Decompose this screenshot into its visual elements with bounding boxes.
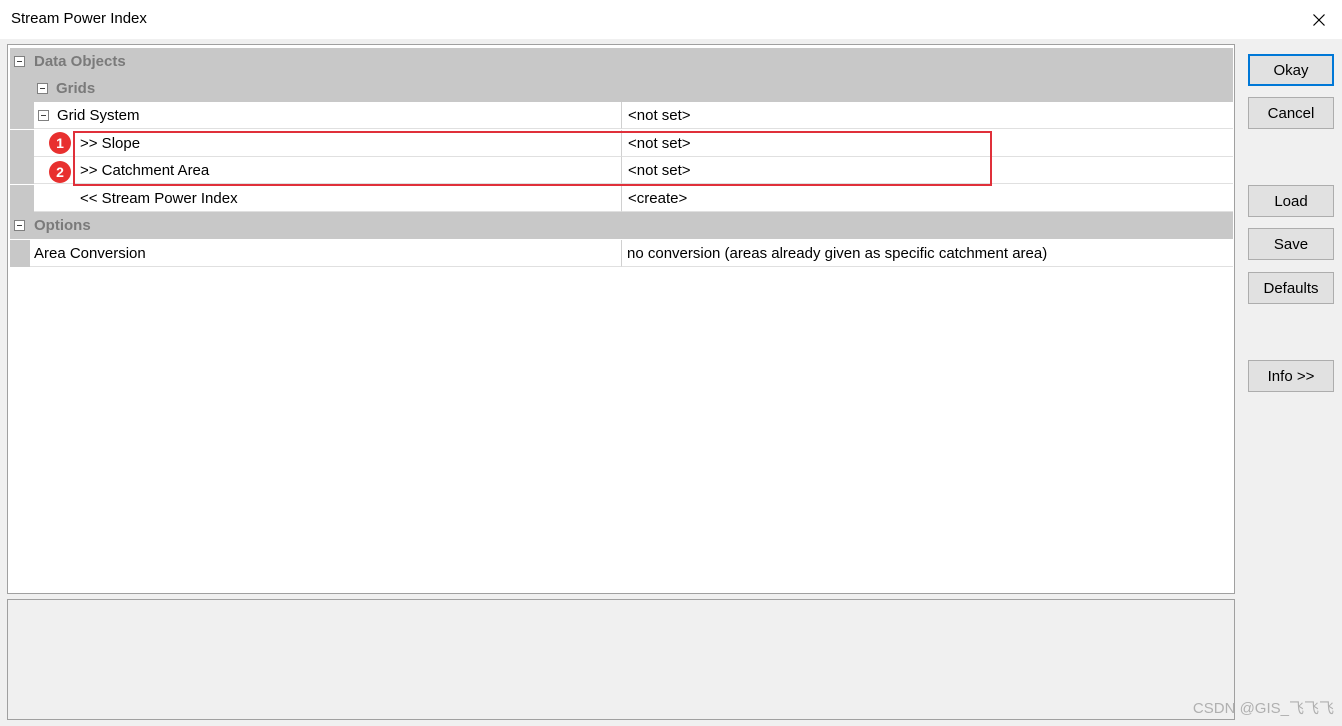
property-name: Grid System bbox=[57, 107, 140, 124]
property-row-stream-power-index[interactable]: << Stream Power Index <create> bbox=[10, 185, 1233, 212]
window-title: Stream Power Index bbox=[11, 10, 147, 27]
load-button[interactable]: Load bbox=[1248, 185, 1334, 217]
dialog-window: Stream Power Index Data Objects Grids Gr… bbox=[0, 0, 1342, 726]
property-value-cell[interactable]: <not set> bbox=[621, 157, 1233, 184]
category-label: Grids bbox=[56, 80, 96, 97]
property-value: <not set> bbox=[628, 107, 691, 124]
property-grid[interactable]: Data Objects Grids Grid System <not set>… bbox=[7, 44, 1235, 594]
title-bar: Stream Power Index bbox=[0, 0, 1342, 39]
category-label: Options bbox=[34, 217, 91, 234]
property-name: << Stream Power Index bbox=[80, 190, 238, 207]
property-row-slope[interactable]: >> Slope <not set> bbox=[10, 130, 1233, 157]
property-name: Area Conversion bbox=[34, 245, 146, 262]
category-data-objects[interactable]: Data Objects bbox=[10, 48, 1233, 75]
category-label: Data Objects bbox=[34, 53, 126, 70]
property-name: >> Catchment Area bbox=[80, 162, 210, 179]
save-button[interactable]: Save bbox=[1248, 228, 1334, 260]
property-row-catchment-area[interactable]: >> Catchment Area <not set> bbox=[10, 157, 1233, 184]
description-panel bbox=[7, 599, 1235, 720]
collapse-icon[interactable] bbox=[14, 220, 25, 231]
marker-badge-1: 1 bbox=[49, 132, 71, 154]
watermark: CSDN @GIS_飞飞飞 bbox=[1192, 700, 1334, 717]
cancel-button[interactable]: Cancel bbox=[1248, 97, 1334, 129]
property-value: <create> bbox=[628, 190, 688, 207]
okay-button[interactable]: Okay bbox=[1248, 54, 1334, 86]
property-value: <not set> bbox=[628, 162, 691, 179]
close-icon bbox=[1313, 13, 1325, 26]
info-button[interactable]: Info >> bbox=[1248, 360, 1334, 392]
property-value-cell[interactable]: no conversion (areas already given as sp… bbox=[621, 240, 1233, 267]
property-value-cell[interactable]: <not set> bbox=[621, 130, 1233, 157]
category-grids[interactable]: Grids bbox=[10, 75, 1233, 102]
property-name: >> Slope bbox=[80, 135, 141, 152]
property-value: no conversion (areas already given as sp… bbox=[627, 245, 1048, 262]
marker-badge-2: 2 bbox=[49, 161, 71, 183]
property-value-cell[interactable]: <create> bbox=[621, 185, 1233, 212]
property-value: <not set> bbox=[628, 135, 691, 152]
property-value-cell[interactable]: <not set> bbox=[621, 102, 1233, 129]
collapse-icon[interactable] bbox=[37, 83, 48, 94]
defaults-button[interactable]: Defaults bbox=[1248, 272, 1334, 304]
collapse-icon[interactable] bbox=[38, 110, 49, 121]
property-row-area-conversion[interactable]: Area Conversion no conversion (areas alr… bbox=[10, 240, 1233, 267]
collapse-icon[interactable] bbox=[14, 56, 25, 67]
category-options[interactable]: Options bbox=[10, 212, 1233, 239]
property-row-grid-system[interactable]: Grid System <not set> bbox=[10, 102, 1233, 129]
close-button[interactable] bbox=[1296, 0, 1342, 39]
